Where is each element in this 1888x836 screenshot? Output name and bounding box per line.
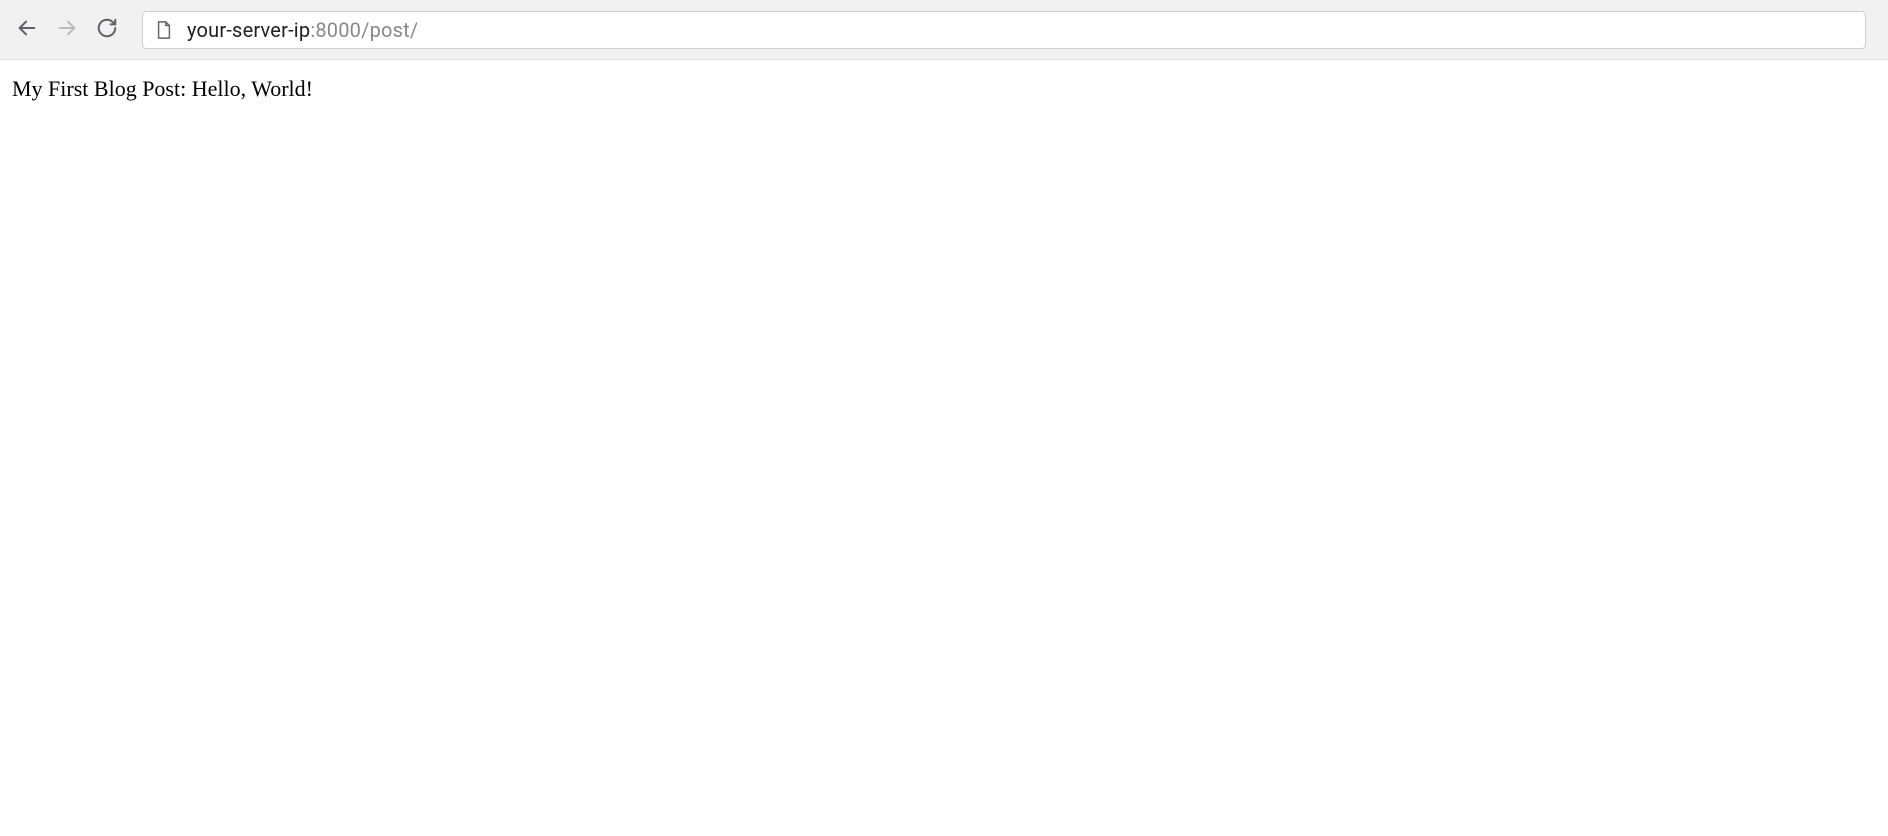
arrow-right-icon [56, 17, 78, 42]
forward-button[interactable] [52, 15, 82, 45]
page-content: My First Blog Post: Hello, World! [0, 60, 1888, 118]
url-text: your-server-ip:8000/post/ [187, 18, 418, 42]
reload-button[interactable] [92, 15, 122, 45]
reload-icon [96, 17, 118, 42]
back-button[interactable] [12, 15, 42, 45]
page-icon [155, 21, 173, 39]
address-bar[interactable]: your-server-ip:8000/post/ [142, 11, 1866, 49]
browser-toolbar: your-server-ip:8000/post/ [0, 0, 1888, 60]
body-text: My First Blog Post: Hello, World! [12, 76, 1876, 102]
arrow-left-icon [16, 17, 38, 42]
url-port-path: :8000/post/ [310, 18, 418, 42]
url-host: your-server-ip [187, 18, 310, 42]
